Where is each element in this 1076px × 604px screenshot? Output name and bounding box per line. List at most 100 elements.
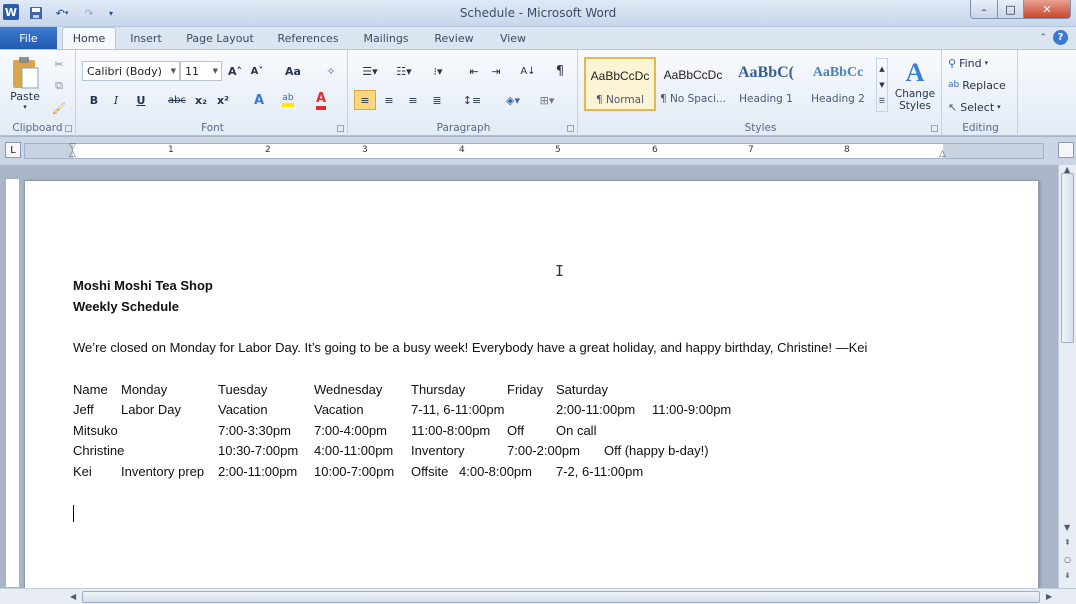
tab-selector-icon[interactable]: L [5,142,21,158]
doc-heading-shop-name[interactable]: Moshi Moshi Tea Shop [73,278,213,293]
horizontal-scrollbar[interactable]: ◀ ▶ [0,588,1076,604]
minimize-ribbon-icon[interactable]: ⌃ [1039,33,1047,43]
doc-heading-schedule[interactable]: Weekly Schedule [73,299,179,314]
vertical-scroll-thumb[interactable] [1061,173,1074,343]
right-indent-marker-icon[interactable]: △ [939,149,947,159]
indent-marker-icon[interactable]: ▽ △ [69,143,77,159]
borders-icon[interactable]: ⊞▾ [532,90,562,110]
increase-indent-icon[interactable]: ⇥ [486,62,506,80]
schedule-cell[interactable]: Vacation [218,402,268,417]
schedule-cell[interactable]: 7-11, 6-11:00pm [411,402,504,417]
strikethrough-button[interactable]: abc [166,90,188,110]
schedule-cell[interactable]: Vacation [314,402,364,417]
horizontal-ruler[interactable]: 1 2 3 4 5 6 7 8 ▽ △ △ [24,143,1044,159]
schedule-header-cell[interactable]: Tuesday [218,382,267,397]
schedule-cell[interactable]: Labor Day [121,402,181,417]
schedule-cell[interactable]: Off [507,423,524,438]
schedule-cell[interactable]: Inventory [411,443,464,458]
style-no-spacing[interactable]: AaBbCcDc ¶ No Spaci... [657,57,729,111]
schedule-cell[interactable]: Offsite [411,464,448,479]
styles-launcher-icon[interactable] [931,125,938,132]
replace-button[interactable]: ab Replace [948,76,1014,94]
schedule-header-cell[interactable]: Name [73,382,108,397]
tab-references[interactable]: References [272,27,344,49]
tab-home[interactable]: Home [62,27,116,49]
tab-file[interactable]: File [0,27,57,49]
schedule-cell[interactable]: 7:00-3:30pm [218,423,291,438]
paragraph-launcher-icon[interactable] [567,125,574,132]
schedule-cell[interactable]: Kei [73,464,92,479]
highlight-color-icon[interactable]: ab [276,90,300,110]
select-browse-object-icon[interactable]: ○ [1064,555,1071,564]
schedule-cell[interactable]: 2:00-11:00pm [218,464,297,479]
shading-icon[interactable]: ◈▾ [498,90,528,110]
schedule-cell[interactable]: 11:00-8:00pm [411,423,490,438]
shrink-font-button[interactable]: A˅ [248,62,266,80]
copy-icon[interactable]: ⧉ [50,78,68,94]
font-name-dropdown-icon[interactable]: ▼ [171,67,176,75]
scroll-right-icon[interactable]: ▶ [1046,592,1052,601]
schedule-header-cell[interactable]: Friday [507,382,543,397]
line-spacing-icon[interactable]: ↕≡ [458,90,486,110]
cut-icon[interactable]: ✂ [50,56,68,72]
horizontal-scroll-thumb[interactable] [82,591,1040,603]
view-ruler-icon[interactable] [1058,142,1074,158]
font-size-box[interactable]: 11 ▼ [180,61,222,81]
style-heading-1[interactable]: AaBbC( Heading 1 [730,57,802,111]
font-name-box[interactable]: Calibri (Body) ▼ [82,61,180,81]
align-right-icon[interactable]: ≡ [402,90,424,110]
schedule-cell[interactable]: On call [556,423,596,438]
select-button[interactable]: ↖ Select ▾ [948,98,1012,116]
gallery-down-icon[interactable]: ▼ [879,81,884,89]
schedule-header-cell[interactable]: Thursday [411,382,465,397]
subscript-button[interactable]: x₂ [192,90,210,110]
schedule-cell[interactable]: Mitsuko [73,423,118,438]
gallery-more-icon[interactable]: ☰ [879,97,885,105]
style-normal[interactable]: AaBbCcDc ¶ Normal [584,57,656,111]
clipboard-launcher-icon[interactable] [65,125,72,132]
schedule-cell[interactable]: 7:00-4:00pm [314,423,387,438]
schedule-cell[interactable]: 4:00-11:00pm [314,443,393,458]
sort-icon[interactable]: A↓ [518,62,538,80]
maximize-button[interactable]: □ [997,0,1024,19]
underline-button[interactable]: U [132,90,150,110]
find-button[interactable]: ⚲ Find ▾ [948,54,1012,72]
schedule-cell[interactable]: 4:00-8:00pm [459,464,532,479]
tab-page-layout[interactable]: Page Layout [180,27,260,49]
schedule-header-cell[interactable]: Monday [121,382,167,397]
align-center-icon[interactable]: ≡ [378,90,400,110]
vertical-scrollbar[interactable]: ▲ ▼ ⇞ ○ ⇟ [1058,165,1076,588]
schedule-cell[interactable]: Inventory prep [121,464,204,479]
grow-font-button[interactable]: A˄ [226,62,244,80]
font-launcher-icon[interactable] [337,125,344,132]
align-left-icon[interactable]: ≡ [354,90,376,110]
styles-gallery-scroll[interactable]: ▲ ▼ ☰ [876,58,888,112]
paste-button[interactable]: Paste ▾ [4,53,46,113]
schedule-cell[interactable]: 11:00-9:00pm [652,402,731,417]
tab-mailings[interactable]: Mailings [356,27,416,49]
tab-review[interactable]: Review [428,27,480,49]
schedule-header-cell[interactable]: Wednesday [314,382,382,397]
minimize-button[interactable]: – [970,0,998,19]
numbering-icon[interactable]: ☷▾ [390,62,418,80]
schedule-cell[interactable]: Off (happy b-day!) [604,443,709,458]
schedule-cell[interactable]: 2:00-11:00pm [556,402,635,417]
font-color-icon[interactable]: A [310,90,332,110]
schedule-cell[interactable]: Christine [73,443,124,458]
tab-insert[interactable]: Insert [124,27,168,49]
doc-note-paragraph[interactable]: We’re closed on Monday for Labor Day. It… [73,340,867,355]
superscript-button[interactable]: x² [214,90,232,110]
tab-view[interactable]: View [492,27,534,49]
schedule-header-cell[interactable]: Saturday [556,382,608,397]
schedule-cell[interactable]: 10:00-7:00pm [314,464,394,479]
show-marks-button[interactable]: ¶ [550,62,570,80]
bold-button[interactable]: B [86,90,102,110]
schedule-cell[interactable]: Jeff [73,402,94,417]
scroll-down-icon[interactable]: ▼ [1064,523,1070,532]
schedule-cell[interactable]: 10:30-7:00pm [218,443,298,458]
italic-button[interactable]: I [108,90,124,110]
close-button[interactable]: ✕ [1023,0,1071,19]
style-heading-2[interactable]: AaBbCc Heading 2 [802,57,874,111]
font-size-dropdown-icon[interactable]: ▼ [213,67,218,75]
change-styles-button[interactable]: A Change Styles [892,54,938,116]
